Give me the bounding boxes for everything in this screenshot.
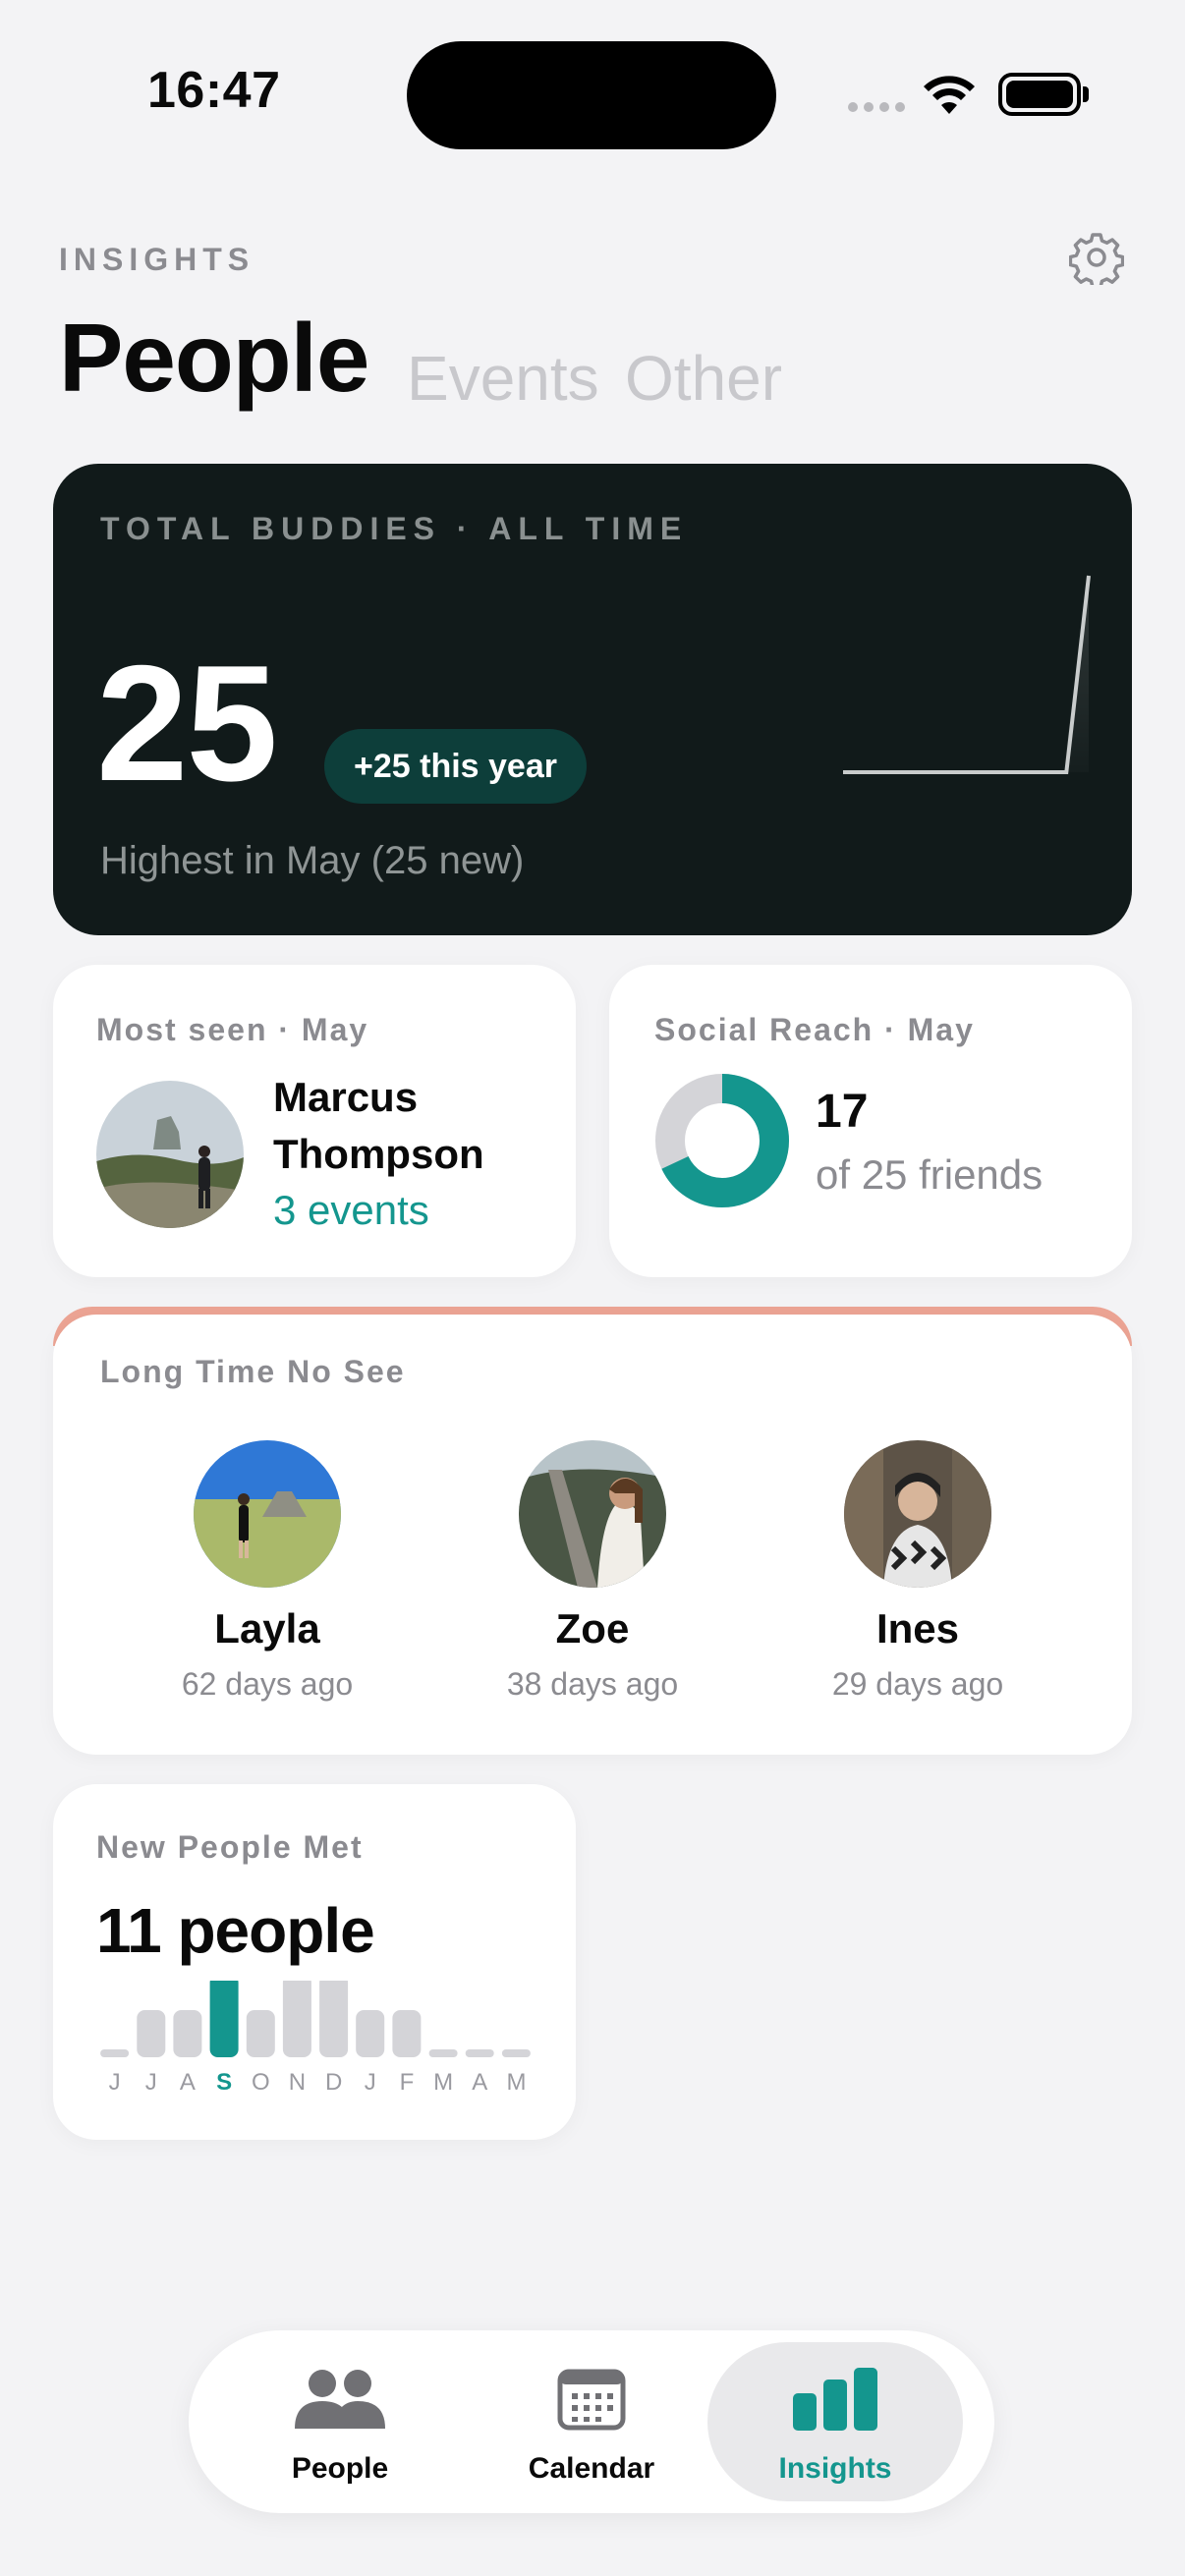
- battery-icon: [998, 73, 1081, 116]
- new-people-bar: [319, 1981, 349, 2057]
- month-label: O: [251, 2069, 270, 2096]
- long-time-person-ines[interactable]: Ines 29 days ago: [770, 1440, 1065, 1703]
- long-time-person-zoe[interactable]: Zoe 38 days ago: [445, 1440, 740, 1703]
- long-time-no-see-label: Long Time No See: [100, 1354, 406, 1389]
- settings-gear-icon[interactable]: [1069, 230, 1124, 285]
- month-label: S: [216, 2069, 233, 2096]
- social-reach-card[interactable]: Social Reach · May 17 of 25 friends: [609, 965, 1132, 1277]
- bottom-tab-bar: People Calendar Insights: [189, 2330, 994, 2513]
- long-time-person-layla[interactable]: Layla 62 days ago: [120, 1440, 415, 1703]
- tab-label: Calendar: [528, 2452, 655, 2485]
- ines-avatar: [844, 1440, 991, 1588]
- month-label: J: [108, 2069, 121, 2096]
- new-people-bar: [246, 2010, 275, 2057]
- long-time-no-see-card[interactable]: Long Time No See Layla 62 days ago Zoe 3…: [53, 1315, 1132, 1755]
- person-name: Ines: [875, 1605, 960, 1652]
- total-buddies-label: TOTAL BUDDIES · ALL TIME: [100, 511, 689, 546]
- social-reach-total: of 25 friends: [816, 1151, 1044, 1198]
- tab-label: Insights: [778, 2452, 892, 2485]
- section-eyebrow: INSIGHTS: [59, 242, 255, 277]
- new-people-bar: [356, 2010, 385, 2057]
- month-label: A: [179, 2069, 196, 2096]
- new-people-bar: [501, 2049, 531, 2057]
- month-label: J: [364, 2069, 376, 2096]
- tab-people[interactable]: People: [59, 303, 369, 414]
- dynamic-island: [407, 41, 776, 149]
- highest-month-text: Highest in May (25 new): [100, 839, 525, 882]
- yearly-change-badge: +25 this year: [324, 729, 587, 804]
- status-time: 16:47: [147, 62, 281, 119]
- month-label: A: [472, 2069, 488, 2096]
- buddies-sparkline: [843, 575, 1091, 774]
- new-people-met-card[interactable]: New People Met 11 people JJASONDJFMAM: [53, 1784, 576, 2140]
- calendar-icon: [557, 2369, 626, 2431]
- tab-other[interactable]: Other: [625, 342, 782, 415]
- new-people-count: 11 people: [96, 1895, 375, 1966]
- new-people-met-label: New People Met: [96, 1829, 364, 1865]
- total-buddies-card[interactable]: TOTAL BUDDIES · ALL TIME 25 +25 this yea…: [53, 464, 1132, 935]
- person-days-ago: 62 days ago: [181, 1666, 354, 1702]
- new-people-bar: [282, 1981, 311, 2057]
- sparkline-line: [843, 575, 1091, 774]
- most-seen-name-last: Thompson: [273, 1131, 484, 1177]
- person-days-ago: 38 days ago: [506, 1666, 679, 1702]
- layla-avatar: [194, 1440, 341, 1588]
- month-label: M: [506, 2069, 527, 2096]
- most-seen-events: 3 events: [273, 1187, 429, 1233]
- person-days-ago: 29 days ago: [831, 1666, 1004, 1702]
- social-reach-donut: [655, 1074, 789, 1207]
- new-people-bar: [137, 2010, 166, 2057]
- zoe-avatar: [519, 1440, 666, 1588]
- most-seen-name-first: Marcus: [273, 1074, 419, 1120]
- total-buddies-count: 25: [96, 631, 278, 815]
- new-people-bar: [100, 2049, 130, 2057]
- tabbar-people[interactable]: People: [212, 2330, 468, 2513]
- new-people-bar: [209, 1981, 239, 2057]
- month-label: N: [288, 2069, 307, 2096]
- most-seen-card[interactable]: Most seen · May Marcus Thompson 3 events: [53, 965, 576, 1277]
- battery-tip: [1083, 86, 1089, 102]
- people-icon: [295, 2370, 385, 2429]
- new-people-bar: [392, 2010, 422, 2057]
- social-reach-label: Social Reach · May: [654, 1012, 975, 1047]
- month-label: D: [324, 2069, 343, 2096]
- tabbar-calendar[interactable]: Calendar: [464, 2330, 719, 2513]
- new-people-bar: [428, 2049, 458, 2057]
- new-people-bar: [465, 2049, 494, 2057]
- cellular-signal-icon: [848, 102, 905, 112]
- insights-icon: [793, 2368, 877, 2431]
- tab-label: People: [291, 2452, 389, 2485]
- most-seen-label: Most seen · May: [96, 1012, 369, 1047]
- new-people-bar-chart: [100, 1981, 531, 2057]
- month-label: F: [399, 2069, 415, 2096]
- social-reach-value: 17: [816, 1086, 869, 1138]
- person-name: Layla: [214, 1605, 320, 1652]
- tabbar-insights[interactable]: Insights: [707, 2342, 963, 2501]
- wifi-icon: [924, 76, 975, 114]
- most-seen-avatar: [96, 1081, 244, 1228]
- new-people-bar: [173, 2010, 202, 2057]
- person-name: Zoe: [555, 1605, 630, 1652]
- month-label: M: [433, 2069, 454, 2096]
- tab-events[interactable]: Events: [407, 342, 599, 415]
- month-label: J: [144, 2069, 157, 2096]
- new-people-month-labels: JJASONDJFMAM: [96, 2069, 535, 2097]
